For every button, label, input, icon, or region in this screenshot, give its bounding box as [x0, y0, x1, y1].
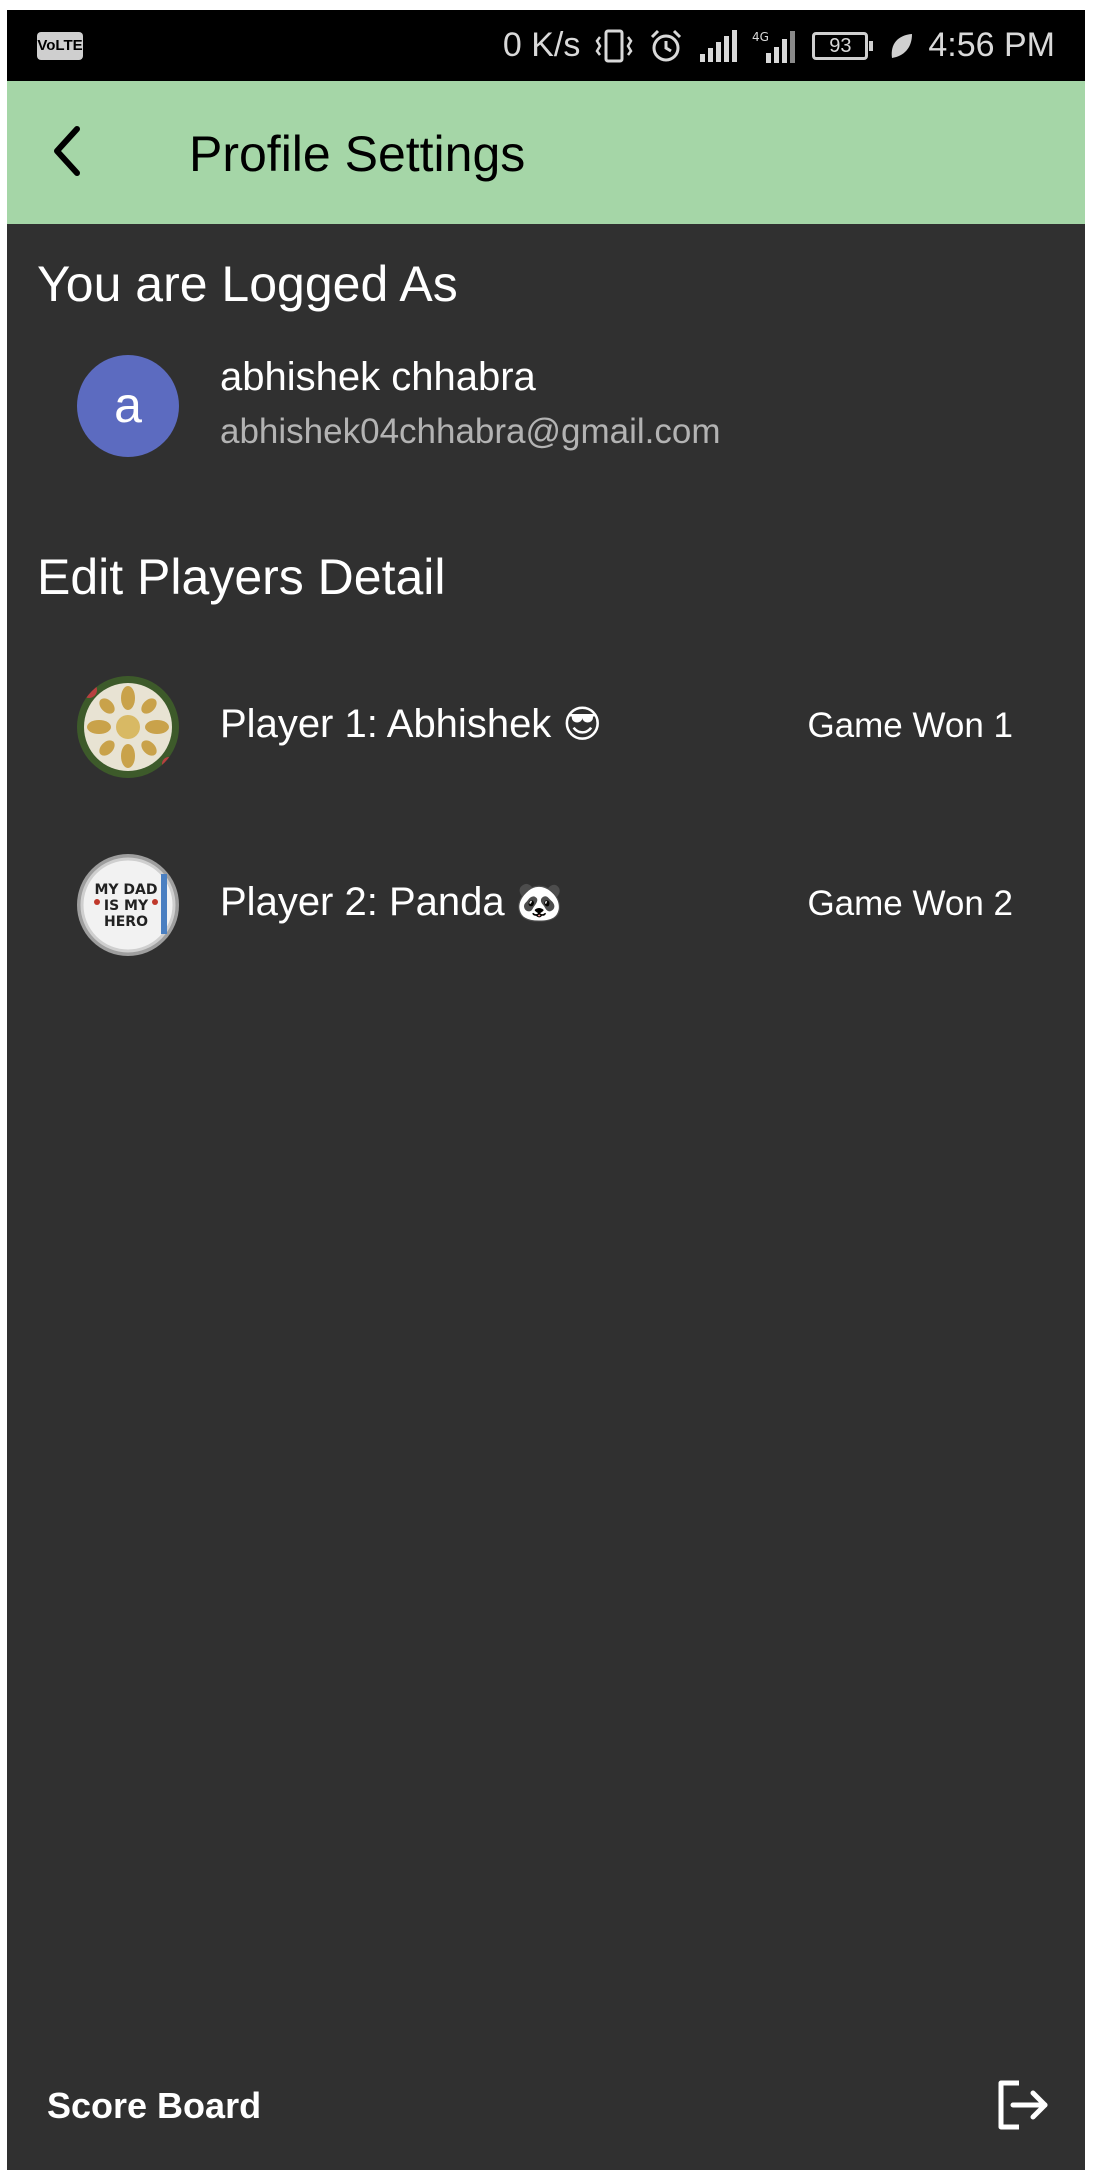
player-1-wins: Game Won 1: [807, 706, 1013, 745]
battery-icon: 93: [812, 31, 874, 60]
avatar-text-line-2: IS MY: [104, 898, 149, 914]
panda-emoji-icon: 🐼: [515, 880, 564, 924]
app-bar: Profile Settings: [7, 81, 1085, 224]
page-title: Profile Settings: [189, 126, 526, 182]
player-1-name: Player 1: Abhishek 😎: [220, 702, 602, 747]
status-indicators: 0 K/s 4G 93 4:56 PM: [503, 10, 1055, 81]
players-heading: Edit Players Detail: [37, 549, 446, 605]
back-button[interactable]: [35, 119, 99, 183]
score-board-button[interactable]: Score Board: [47, 2085, 261, 2127]
app-frame: VoLTE 0 K/s 4G 93 4:56 PM Profile Settin…: [7, 10, 1085, 2170]
sunglasses-emoji-icon: 😎: [562, 702, 603, 746]
player-2-label: Player 2: Panda: [220, 880, 505, 924]
player-2-name: Player 2: Panda 🐼: [220, 880, 563, 925]
player-row-2[interactable]: MY DAD IS MY HERO Player 2: Panda 🐼 Game…: [7, 840, 1085, 970]
logout-icon: [998, 2080, 1048, 2130]
signal-icon: [698, 29, 738, 62]
avatar-text-line-1: MY DAD: [94, 882, 157, 898]
volte-badge: VoLTE: [37, 32, 83, 60]
svg-text:4G: 4G: [752, 30, 769, 44]
player-1-avatar: [77, 676, 179, 778]
player-2-wins: Game Won 2: [807, 884, 1013, 923]
signal-4g-icon: 4G: [752, 29, 798, 63]
logout-button[interactable]: [991, 2073, 1055, 2137]
status-bar: VoLTE 0 K/s 4G 93 4:56 PM: [7, 10, 1085, 81]
avatar: a: [77, 355, 179, 457]
leaf-icon: [888, 32, 914, 60]
user-email: abhishek04chhabra@gmail.com: [220, 412, 721, 451]
avatar-text-line-3: HERO: [104, 914, 148, 930]
player-2-avatar: MY DAD IS MY HERO: [77, 854, 179, 956]
logged-in-heading: You are Logged As: [37, 256, 458, 312]
clock: 4:56 PM: [928, 26, 1055, 64]
vibrate-icon: [594, 29, 634, 63]
player-row-1[interactable]: Player 1: Abhishek 😎 Game Won 1: [7, 662, 1085, 792]
arrow-back-icon: [54, 126, 80, 176]
net-speed: 0 K/s: [502, 26, 581, 64]
alarm-icon: [648, 28, 684, 64]
player-1-label: Player 1: Abhishek: [220, 702, 552, 746]
user-name: abhishek chhabra: [220, 355, 536, 399]
